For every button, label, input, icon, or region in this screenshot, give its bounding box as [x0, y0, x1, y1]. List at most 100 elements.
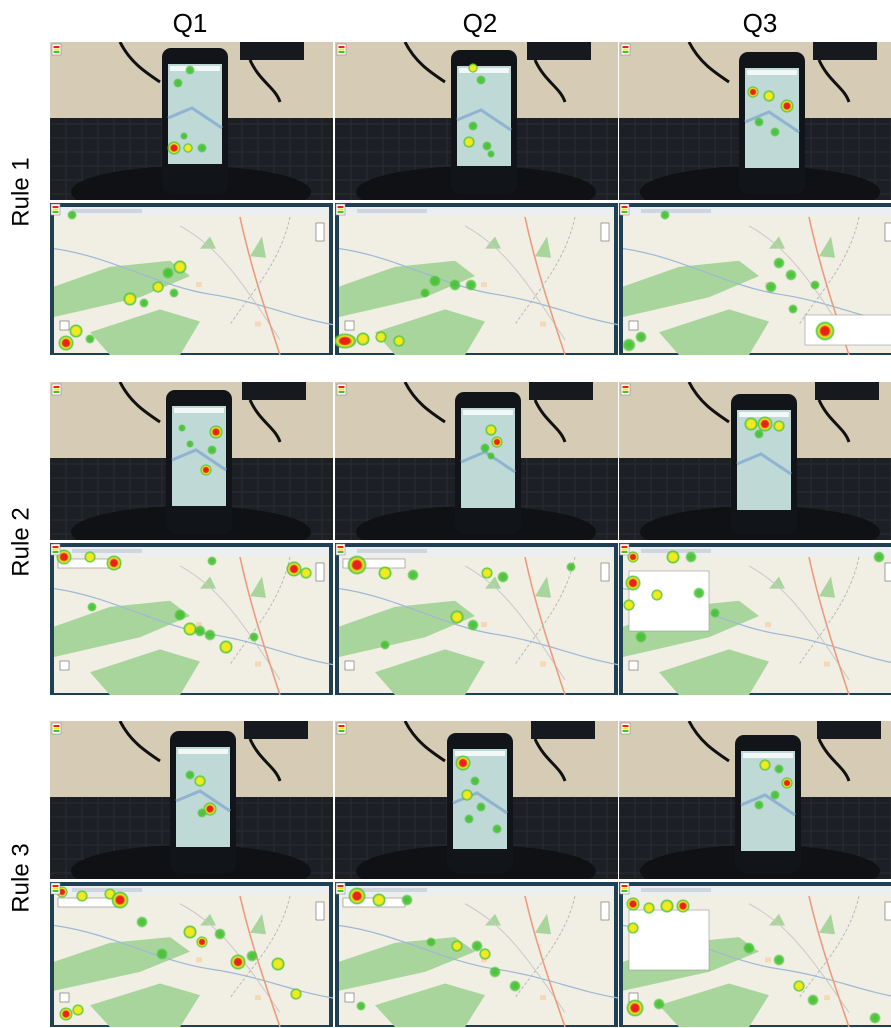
heat-spot [643, 902, 655, 914]
column-header-q2: Q2 [462, 8, 498, 38]
heat-spot [479, 948, 491, 960]
heat-spot [87, 602, 97, 612]
heat-spot [660, 210, 670, 220]
heat-spot [407, 569, 419, 581]
heat-spot [482, 141, 492, 151]
column-header-q1: Q1 [172, 8, 208, 38]
phone-photo [335, 721, 618, 879]
desktop-screenshot-panel [619, 882, 891, 1027]
heat-spot [85, 334, 95, 344]
desktop-screenshot-panel [619, 203, 891, 355]
heat-spot [685, 551, 697, 563]
heat-spot [810, 280, 820, 290]
desktop-screenshot-panel [50, 882, 333, 1027]
heat-spot [744, 417, 758, 431]
heat-spot [763, 90, 775, 102]
heat-spot [793, 980, 805, 992]
heat-spot [450, 610, 464, 624]
heat-spot [623, 599, 635, 611]
phone-photo-panel [619, 721, 891, 879]
heat-spot [463, 136, 475, 148]
heat-spot [747, 86, 759, 98]
heat-spot [710, 608, 720, 618]
heat-spot [106, 555, 122, 571]
heat-spot [781, 777, 793, 789]
heat-spot [271, 957, 285, 971]
heat-spot [173, 260, 187, 274]
heat-spot [773, 420, 785, 432]
heat-spot [123, 292, 137, 306]
phone-photo-panel [619, 382, 891, 540]
heat-spot [485, 424, 497, 436]
heat-spot [651, 589, 663, 601]
heat-spot [461, 789, 473, 801]
heat-spot [869, 1012, 881, 1024]
heat-spot [622, 338, 636, 352]
heat-spot [197, 808, 207, 818]
phone-photo [50, 42, 333, 200]
heat-spot [476, 802, 486, 812]
heat-spot [152, 281, 164, 293]
heat-spot [467, 619, 479, 631]
heat-spot [743, 942, 755, 954]
heat-spot [481, 567, 493, 579]
heat-spot [770, 790, 780, 800]
heat-spot [69, 324, 83, 338]
heat-spot [509, 980, 521, 992]
heat-spot [393, 335, 405, 347]
heat-spot [492, 824, 502, 834]
map-screenshot [50, 543, 333, 695]
heat-spot [286, 561, 302, 577]
heat-spot [209, 425, 223, 439]
heat-spot [214, 928, 226, 940]
heat-spot [196, 936, 208, 948]
heat-spot [72, 1004, 84, 1016]
heat-spot [780, 99, 794, 113]
phone-photo-panel [619, 42, 891, 200]
heat-spot [774, 764, 784, 774]
heat-spot [468, 121, 478, 131]
phone-photo [619, 721, 891, 879]
map-screenshot [335, 543, 618, 695]
heat-spot [480, 443, 490, 453]
heat-spot [136, 916, 148, 928]
heat-spot [470, 776, 480, 786]
heat-spot [465, 279, 477, 291]
heat-spot [627, 922, 639, 934]
desktop-screenshot-panel [50, 203, 333, 355]
heat-spot [375, 331, 387, 343]
heat-spot [300, 567, 312, 579]
heat-spot [356, 332, 370, 346]
heat-spot [378, 566, 392, 580]
heat-spot [249, 632, 259, 642]
row-label: Rule 2 [8, 507, 35, 577]
row-header-rule-1: Rule 1 [2, 82, 42, 302]
heat-spot [185, 770, 195, 780]
heat-spot [489, 966, 501, 978]
heat-spot [183, 925, 197, 939]
heat-spot [200, 464, 212, 476]
heat-spot [754, 117, 764, 127]
phone-photo-panel [50, 721, 333, 879]
row-header-rule-2: Rule 2 [2, 432, 42, 652]
heat-spot [666, 550, 680, 564]
map-screenshot [335, 203, 618, 355]
heat-spot [807, 994, 819, 1006]
phone-photo [619, 382, 891, 540]
phone-photo-panel [335, 721, 618, 879]
heat-spot [635, 331, 647, 343]
heat-spot [111, 891, 129, 909]
desktop-screenshot-panel [335, 543, 618, 695]
phone-photo-panel [50, 382, 333, 540]
heat-spot [186, 440, 194, 448]
heat-spot [401, 894, 413, 906]
heat-spot [173, 78, 183, 88]
heat-spot [204, 629, 216, 641]
heat-spot [156, 948, 168, 960]
heat-spot [59, 1007, 73, 1021]
heat-spot [785, 269, 797, 281]
heat-spot [180, 132, 188, 140]
phone-photo [50, 721, 333, 879]
phone-photo [50, 382, 333, 540]
heat-spot [455, 755, 471, 771]
